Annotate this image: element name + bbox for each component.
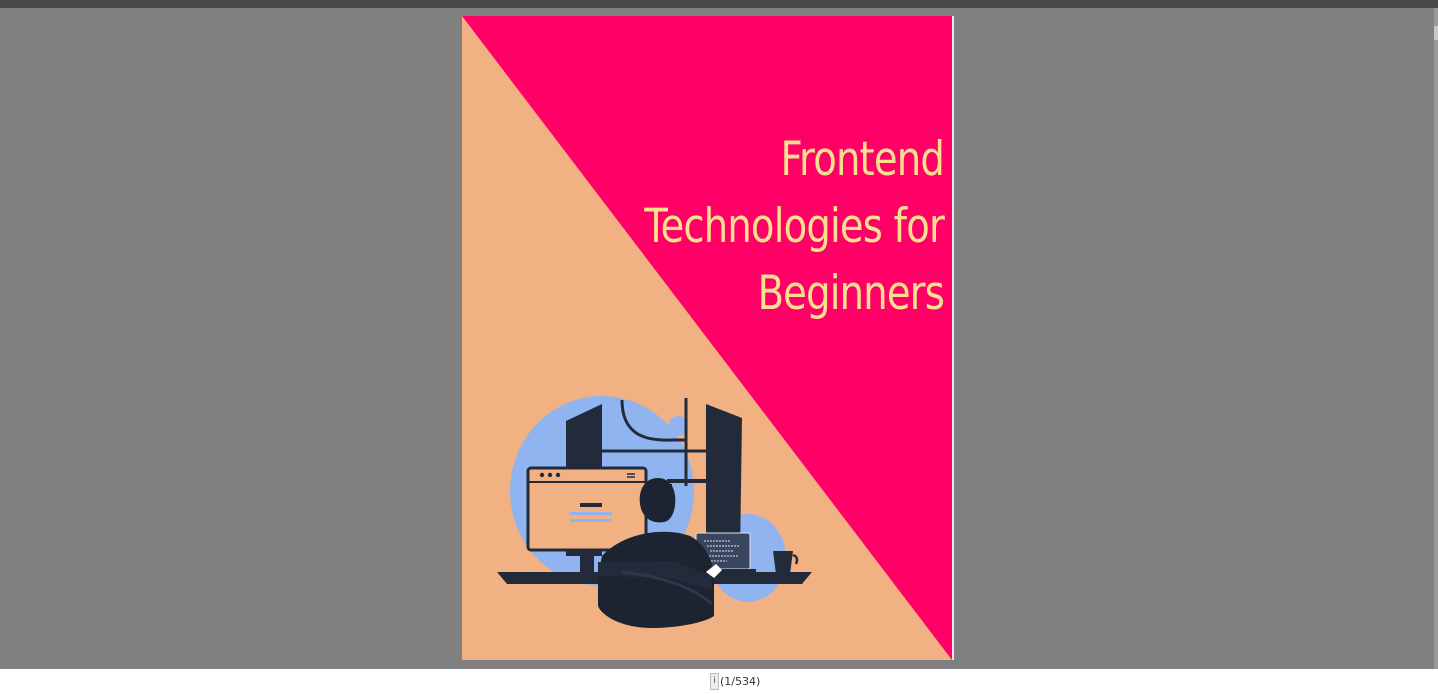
cover-title-line-1: Frontend xyxy=(780,132,944,187)
cover-illustration xyxy=(462,16,952,660)
cover-title-line-3: Beginners xyxy=(757,266,945,321)
cover-title: Frontend Technologies for Beginners xyxy=(600,126,945,327)
scroll-thumb[interactable] xyxy=(1434,26,1438,40)
info-icon[interactable]: i xyxy=(710,673,719,690)
toolbar xyxy=(0,0,1438,8)
cover-title-line-2: Technologies for xyxy=(644,199,945,254)
page-indicator: i (1/534) xyxy=(710,673,760,690)
document-page: Frontend Technologies for Beginners xyxy=(462,16,954,660)
vertical-scrollbar[interactable] xyxy=(1434,8,1438,669)
document-viewer: Frontend Technologies for Beginners i (1… xyxy=(0,0,1438,694)
page-count-label: (1/534) xyxy=(720,675,761,688)
